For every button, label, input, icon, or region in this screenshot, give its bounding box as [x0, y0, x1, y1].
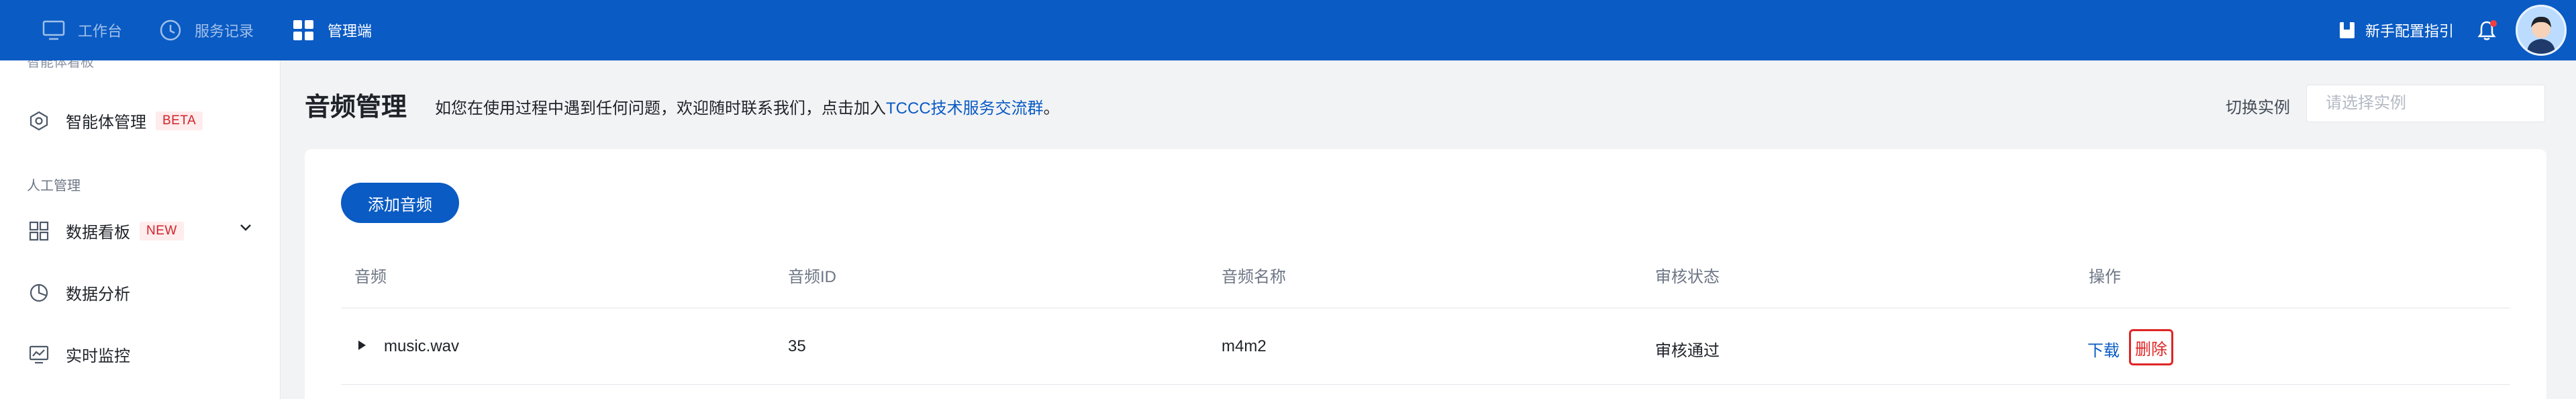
book-icon [2338, 21, 2356, 40]
sidebar-item-cut-label: 智能体看板 [27, 60, 94, 70]
sidebar-item-label: 数据分析 [66, 285, 130, 304]
avatar-icon [2518, 7, 2565, 54]
sidebar-item-realtime-monitor[interactable]: 实时监控 [28, 343, 130, 366]
hexagon-icon [28, 110, 50, 132]
instance-select[interactable]: 请选择实例 [2306, 85, 2545, 122]
dashboard-icon [28, 220, 50, 242]
sidebar-item-label: 数据看板 [66, 224, 130, 242]
delete-link[interactable]: 删除 [2129, 329, 2173, 365]
beta-badge: BETA [156, 111, 203, 130]
sidebar-item-label: 实时监控 [66, 347, 130, 365]
pie-chart-icon [28, 282, 50, 304]
guide-label: 新手配置指引 [2365, 23, 2455, 40]
nav-workbench-label: 工作台 [78, 23, 123, 40]
column-header-actions: 操作 [2089, 268, 2121, 286]
guide-link[interactable]: 新手配置指引 [2338, 0, 2454, 60]
avatar[interactable] [2516, 5, 2567, 56]
top-nav-bar: 工作台 服务记录 管理端 新手配置指引 [0, 0, 2576, 60]
clock-icon [158, 18, 183, 42]
sidebar-item-agent-management[interactable]: 智能体管理 BETA [28, 109, 203, 132]
instance-label: 切换实例 [2226, 99, 2290, 117]
page-title: 音频管理 [305, 93, 407, 122]
column-header-audio-name: 音频名称 [1222, 268, 1286, 286]
notice-text: 如您在使用过程中遇到任何问题，欢迎随时联系我们，点击加入TCCC技术服务交流群。 [435, 95, 1060, 118]
nav-service-records[interactable]: 服务记录 [158, 0, 254, 60]
nav-admin[interactable]: 管理端 [291, 0, 372, 60]
review-status-cell: 审核通过 [1655, 342, 1720, 360]
new-badge: NEW [140, 221, 184, 240]
chevron-down-icon[interactable] [239, 223, 252, 232]
notice-prefix: 如您在使用过程中遇到任何问题，欢迎随时联系我们，点击加入 [435, 99, 886, 118]
sidebar: 智能体看板 智能体管理 BETA 人工管理 数据看板 NEW 数据分析 实时监控 [0, 60, 281, 399]
nav-workbench[interactable]: 工作台 [42, 0, 122, 60]
download-link[interactable]: 下载 [2087, 337, 2120, 361]
sidebar-group-label: 人工管理 [27, 179, 81, 193]
monitor-icon [42, 18, 66, 42]
audio-id-cell: 35 [788, 337, 806, 355]
nav-admin-label: 管理端 [328, 23, 373, 40]
row-divider [341, 384, 2510, 385]
column-header-audio: 音频 [354, 268, 387, 286]
sidebar-item-data-analysis[interactable]: 数据分析 [28, 281, 130, 304]
grid-icon [291, 18, 315, 42]
play-icon[interactable] [358, 341, 366, 350]
sidebar-item-data-dashboard[interactable]: 数据看板 NEW [28, 219, 252, 242]
bell-icon [2477, 19, 2497, 41]
column-header-review-status: 审核状态 [1655, 268, 1720, 286]
notice-suffix: 。 [1043, 99, 1060, 118]
audio-file-name: music.wav [384, 337, 460, 355]
audio-card: 添加音频 音频 音频ID 音频名称 审核状态 操作 music.wav 35 m… [305, 149, 2546, 399]
sidebar-item-label: 智能体管理 [66, 114, 146, 132]
monitor-chart-icon [28, 344, 50, 365]
notification-bell[interactable] [2477, 0, 2497, 60]
nav-service-records-label: 服务记录 [195, 23, 254, 40]
add-audio-button[interactable]: 添加音频 [341, 183, 459, 223]
audio-name-cell: m4m2 [1222, 337, 1267, 355]
column-header-audio-id: 音频ID [788, 268, 836, 286]
notice-link[interactable]: TCCC技术服务交流群 [886, 99, 1044, 118]
